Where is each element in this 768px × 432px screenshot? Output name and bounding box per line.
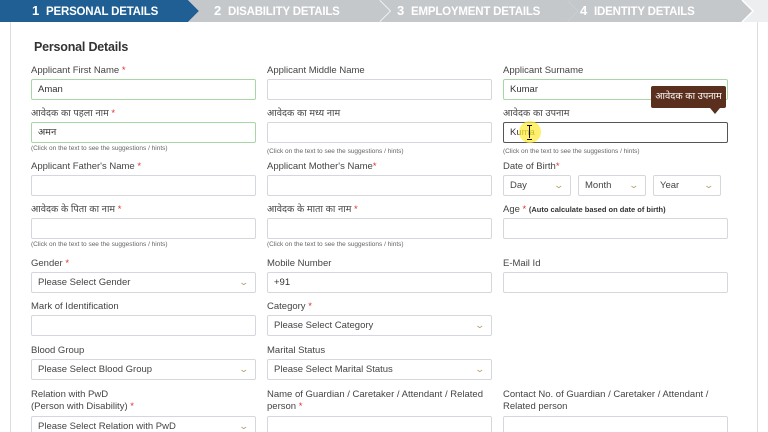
blood-group-select[interactable]: Please Select Blood Group ⌄ xyxy=(31,359,256,380)
email-input[interactable] xyxy=(503,272,728,293)
mobile-input[interactable]: +91 xyxy=(267,272,492,293)
first-name-hindi-input[interactable]: अमन xyxy=(31,122,256,143)
gender-select[interactable]: Please Select Gender ⌄ xyxy=(31,272,256,293)
step-number: 2 xyxy=(214,3,222,18)
step-employment-details[interactable]: 3 EMPLOYMENT DETAILS xyxy=(380,0,580,22)
step-personal-details[interactable]: 1 PERSONAL DETAILS xyxy=(0,0,200,22)
age-label: Age * (Auto calculate based on date of b… xyxy=(503,204,666,215)
guardian-contact-input[interactable] xyxy=(503,416,728,432)
hint-text[interactable]: (Click on the text to see the suggestion… xyxy=(503,148,640,155)
age-input[interactable] xyxy=(503,218,728,239)
mother-name-label: Applicant Mother's Name* xyxy=(267,161,377,172)
marital-status-label: Marital Status xyxy=(267,345,326,356)
gender-label: Gender * xyxy=(31,258,70,269)
hint-text[interactable]: (Click on the text to see the suggestion… xyxy=(267,241,404,248)
tooltip-arrow xyxy=(710,108,720,114)
step-disability-details[interactable]: 2 DISABILITY DETAILS xyxy=(188,0,393,22)
guardian-name-input[interactable] xyxy=(267,416,492,432)
father-name-hindi-label: आवेदक के पिता का नाम * xyxy=(31,204,122,215)
marital-status-select[interactable]: Please Select Marital Status ⌄ xyxy=(267,359,492,380)
text-cursor-icon xyxy=(527,125,532,140)
step-identity-details[interactable]: 4 IDENTITY DETAILS xyxy=(567,0,768,22)
mother-name-input[interactable] xyxy=(267,175,492,196)
step-number: 4 xyxy=(580,3,588,18)
surname-hindi-label: आवेदक का उपनाम xyxy=(503,108,570,119)
mobile-label: Mobile Number xyxy=(267,258,332,269)
dob-year-select[interactable]: Year ⌄ xyxy=(653,175,721,196)
guardian-contact-label: Contact No. of Guardian / Caretaker / At… xyxy=(503,389,709,412)
chevron-down-icon: ⌄ xyxy=(238,277,250,287)
step-number: 1 xyxy=(32,3,40,18)
middle-name-input[interactable] xyxy=(267,79,492,100)
step-number: 3 xyxy=(397,3,405,18)
relation-pwd-label: Relation with PwD (Person with Disability… xyxy=(31,389,134,412)
first-name-hindi-label: आवेदक का पहला नाम * xyxy=(31,108,116,119)
identification-mark-label: Mark of Identification xyxy=(31,301,119,312)
category-label: Category * xyxy=(267,301,312,312)
chevron-down-icon: ⌄ xyxy=(703,180,715,190)
mother-name-hindi-label: आवेदक के माता का नाम * xyxy=(267,204,358,215)
dob-month-select[interactable]: Month ⌄ xyxy=(578,175,646,196)
middle-name-label: Applicant Middle Name xyxy=(267,65,365,76)
father-name-label: Applicant Father's Name * xyxy=(31,161,142,172)
category-select[interactable]: Please Select Category ⌄ xyxy=(267,315,492,336)
email-label: E-Mail Id xyxy=(503,258,541,269)
first-name-label: Applicant First Name * xyxy=(31,65,126,76)
section-title: Personal Details xyxy=(34,40,129,54)
hint-text[interactable]: (Click on the text to see the suggestion… xyxy=(267,148,404,155)
surname-label: Applicant Surname xyxy=(503,65,584,76)
dob-day-select[interactable]: Day ⌄ xyxy=(503,175,571,196)
chevron-down-icon: ⌄ xyxy=(238,364,250,374)
identification-mark-input[interactable] xyxy=(31,315,256,336)
chevron-down-icon: ⌄ xyxy=(628,180,640,190)
surname-hindi-tooltip: आवेदक का उपनाम xyxy=(651,86,726,108)
father-name-hindi-input[interactable] xyxy=(31,218,256,239)
chevron-down-icon: ⌄ xyxy=(474,364,486,374)
mother-name-hindi-input[interactable] xyxy=(267,218,492,239)
middle-name-hindi-input[interactable] xyxy=(267,122,492,143)
step-label: EMPLOYMENT DETAILS xyxy=(411,6,541,18)
chevron-down-icon: ⌄ xyxy=(553,180,565,190)
chevron-down-icon: ⌄ xyxy=(238,421,250,431)
hint-text[interactable]: (Click on the text to see the suggestion… xyxy=(31,145,168,152)
step-label: IDENTITY DETAILS xyxy=(594,6,695,18)
dob-label: Date of Birth* xyxy=(503,161,560,172)
guardian-name-label: Name of Guardian / Caretaker / Attendant… xyxy=(267,389,483,412)
step-label: PERSONAL DETAILS xyxy=(46,6,159,18)
progress-stepper: 1 PERSONAL DETAILS 2 DISABILITY DETAILS 3E… xyxy=(0,0,768,22)
chevron-down-icon: ⌄ xyxy=(474,320,486,330)
hint-text[interactable]: (Click on the text to see the suggestion… xyxy=(31,241,168,248)
middle-name-hindi-label: आवेदक का मध्य नाम xyxy=(267,108,341,119)
first-name-input[interactable]: Aman xyxy=(31,79,256,100)
father-name-input[interactable] xyxy=(31,175,256,196)
step-label: DISABILITY DETAILS xyxy=(228,6,340,18)
blood-group-label: Blood Group xyxy=(31,345,85,356)
relation-pwd-select[interactable]: Please Select Relation with PwD ⌄ xyxy=(31,416,256,432)
